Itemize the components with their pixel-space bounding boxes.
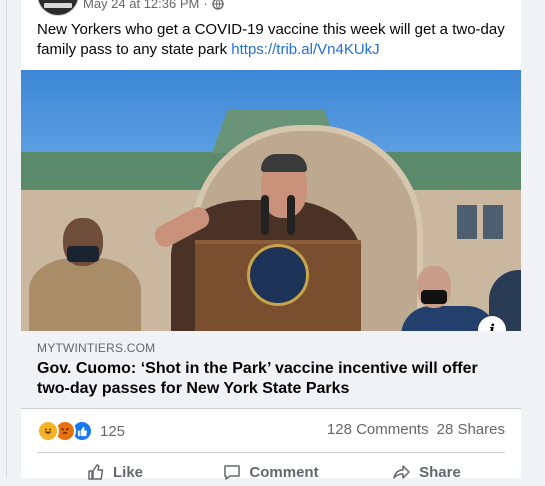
person-left-mask — [67, 246, 99, 262]
post-photo[interactable]: i — [21, 70, 521, 331]
like-button[interactable]: Like — [37, 458, 193, 486]
globe-icon[interactable] — [211, 0, 224, 10]
link-preview[interactable]: MYTWINTIERS.COM Gov. Cuomo: ‘Shot in the… — [21, 331, 521, 409]
post-link[interactable]: https://trib.al/Vn4KUkJ — [231, 41, 379, 58]
comment-button[interactable]: Comment — [193, 458, 349, 486]
haha-reaction-icon — [37, 420, 59, 442]
share-count[interactable]: 28 Shares — [437, 421, 505, 438]
page-background — [521, 0, 545, 478]
microphone-icon — [287, 195, 295, 235]
building-window — [483, 205, 503, 239]
meta-separator: · — [203, 0, 208, 11]
building-window — [457, 205, 477, 239]
state-seal-icon — [247, 244, 309, 306]
engagement-counts: 128 Comments 28 Shares — [327, 421, 505, 438]
comment-count[interactable]: 128 Comments — [327, 421, 429, 438]
person-right-mask — [421, 290, 447, 304]
link-headline[interactable]: Gov. Cuomo: ‘Shot in the Park’ vaccine i… — [37, 359, 507, 399]
post-text: New Yorkers who get a COVID-19 vaccine t… — [37, 20, 507, 60]
action-bar: Like Comment Share — [37, 458, 505, 486]
reaction-summary[interactable]: 125 — [37, 420, 125, 442]
comment-icon — [224, 465, 241, 480]
action-divider — [37, 452, 505, 453]
page-avatar[interactable] — [37, 0, 79, 16]
share-button[interactable]: Share — [349, 458, 505, 486]
microphone-icon — [261, 195, 269, 235]
post-timestamp[interactable]: May 24 at 12:36 PM — [83, 0, 199, 11]
thumbs-up-icon — [88, 464, 104, 480]
person-left-body — [29, 258, 141, 331]
post-meta: May 24 at 12:36 PM · — [83, 0, 224, 11]
left-panel-edge — [0, 0, 7, 478]
speaker-hair — [261, 154, 307, 172]
share-icon — [393, 465, 410, 479]
post-card: May 24 at 12:36 PM · New Yorkers who get… — [21, 0, 521, 481]
reaction-count[interactable]: 125 — [100, 423, 125, 440]
link-domain: MYTWINTIERS.COM — [37, 341, 156, 355]
